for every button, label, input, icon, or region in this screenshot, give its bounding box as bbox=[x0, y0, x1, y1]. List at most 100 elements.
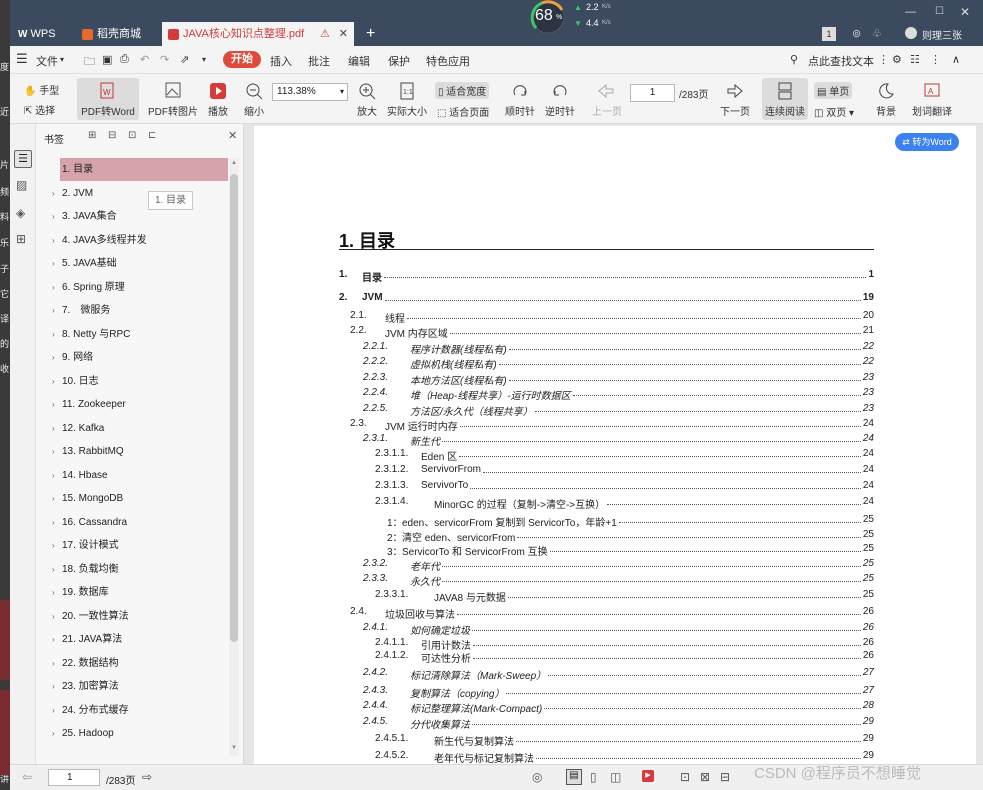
bookmark-item[interactable]: › 17. 设计模式 bbox=[52, 534, 228, 557]
continuous-read-button[interactable]: 连续阅读 bbox=[762, 78, 808, 120]
settings-icon[interactable]: ⚙ bbox=[892, 53, 902, 66]
zoom-in-button[interactable]: 放大 bbox=[354, 82, 380, 118]
find-text-box[interactable]: 点此查找文本 bbox=[808, 53, 874, 69]
toc-entry[interactable]: 2.4.1. 如何确定垃圾 26 bbox=[363, 622, 874, 637]
chevron-right-icon[interactable]: › bbox=[52, 252, 55, 275]
toc-entry[interactable]: 2.1. 线程 20 bbox=[350, 310, 874, 325]
collapse-all-icon[interactable]: ⊟ bbox=[108, 130, 116, 141]
tab-mall[interactable]: 稻壳商城 bbox=[76, 22, 158, 46]
play-button[interactable]: 播放 bbox=[205, 82, 231, 118]
scroll-down-icon[interactable]: ▼ bbox=[231, 745, 237, 751]
bookmark-item[interactable]: › 2. JVM bbox=[52, 182, 228, 205]
toc-entry[interactable]: 2： 清空 eden、servicorFrom 25 bbox=[387, 529, 874, 544]
fit-page-icon[interactable]: ⊠ bbox=[700, 770, 710, 784]
toc-entry[interactable]: 2.4.2. 标记清除算法（Mark-Sweep） 27 bbox=[363, 667, 874, 682]
close-window-button[interactable]: ✕ bbox=[960, 5, 970, 19]
toc-entry[interactable]: 2.4.3. 复制算法（copying） 27 bbox=[363, 685, 874, 700]
rotate-ccw-button[interactable]: 逆时针 bbox=[545, 82, 575, 118]
chevron-right-icon[interactable]: › bbox=[52, 675, 55, 698]
toc-entry[interactable]: 2.3.1.3. ServivorTo 24 bbox=[375, 480, 874, 493]
tab-active-pdf[interactable]: JAVA核心知识点整理.pdf ⚠ ✕ bbox=[162, 22, 354, 46]
chevron-right-icon[interactable]: › bbox=[52, 440, 55, 463]
page-count-badge[interactable]: 1 bbox=[822, 27, 836, 41]
chevron-down-icon[interactable]: ▾ bbox=[202, 55, 206, 64]
bookmark-item[interactable]: › 19. 数据库 bbox=[52, 581, 228, 604]
toc-entry[interactable]: 2.3.1.2. ServivorFrom 24 bbox=[375, 464, 874, 477]
chevron-right-icon[interactable]: › bbox=[52, 534, 55, 557]
comment-icon[interactable]: ☷ bbox=[910, 53, 920, 66]
menu-protect[interactable]: 保护 bbox=[388, 53, 410, 69]
chevron-right-icon[interactable]: › bbox=[52, 581, 55, 604]
zoom-out-button[interactable]: 缩小 bbox=[241, 82, 267, 118]
redo-icon[interactable]: ↷ bbox=[160, 53, 169, 66]
bookmark-options-icon[interactable]: ⊏ bbox=[148, 130, 156, 141]
chevron-right-icon[interactable]: › bbox=[52, 323, 55, 346]
bookmark-item[interactable]: › 12. Kafka bbox=[52, 417, 228, 440]
toc-entry[interactable]: 2.2.5. 方法区/永久代（线程共享） 23 bbox=[363, 403, 874, 418]
export-icon[interactable]: ⇗ bbox=[180, 53, 189, 66]
chevron-right-icon[interactable]: › bbox=[52, 393, 55, 416]
toc-entry[interactable]: 2.2. JVM 内存区域 21 bbox=[350, 325, 874, 340]
close-panel-icon[interactable]: ✕ bbox=[228, 129, 237, 142]
double-page-button[interactable]: ◫ 双页 ▾ bbox=[814, 104, 854, 119]
tab-wps-home[interactable]: W WPS bbox=[12, 22, 74, 46]
bookmark-item[interactable]: › 20. 一致性算法 bbox=[52, 605, 228, 628]
bookmark-item[interactable]: › 5. JAVA基础 bbox=[52, 252, 228, 275]
chevron-right-icon[interactable]: › bbox=[52, 558, 55, 581]
bookmark-item[interactable]: › 11. Zookeeper bbox=[52, 393, 228, 416]
word-translate-button[interactable]: A 划词翻译 bbox=[910, 82, 954, 118]
actual-size-button[interactable]: 1:1 实际大小 bbox=[385, 82, 429, 118]
document-scrollbar[interactable] bbox=[976, 124, 983, 764]
annotation-icon[interactable]: ◈ bbox=[16, 206, 25, 220]
bookmark-item[interactable]: › 16. Cassandra bbox=[52, 511, 228, 534]
chevron-right-icon[interactable]: › bbox=[52, 464, 55, 487]
menu-special-apps[interactable]: 特色应用 bbox=[426, 53, 470, 69]
chevron-right-icon[interactable]: › bbox=[52, 276, 55, 299]
actual-size-icon[interactable]: ⊟ bbox=[720, 770, 730, 784]
zoom-level-select[interactable]: 113.38% ▾ bbox=[272, 83, 348, 101]
undo-icon[interactable]: ↶ bbox=[140, 53, 149, 66]
bookmark-item[interactable]: › 21. JAVA算法 bbox=[52, 628, 228, 651]
bookmark-item[interactable]: › 6. Spring 原理 bbox=[52, 276, 228, 299]
chevron-right-icon[interactable]: › bbox=[52, 699, 55, 722]
toc-entry[interactable]: 2.4.5. 分代收集算法 29 bbox=[363, 716, 874, 731]
chevron-right-icon[interactable]: › bbox=[52, 299, 55, 322]
bookmark-item[interactable]: › 22. 数据结构 bbox=[52, 652, 228, 675]
toc-entry[interactable]: 2.3.1.1. Eden 区 24 bbox=[375, 448, 874, 463]
chevron-right-icon[interactable]: › bbox=[52, 182, 55, 205]
menu-edit[interactable]: 编辑 bbox=[348, 53, 370, 69]
arrow-left-icon[interactable]: ⇦ bbox=[22, 770, 32, 784]
bookmark-item[interactable]: › 8. Netty 与RPC bbox=[52, 323, 228, 346]
bookmark-item[interactable]: › 23. 加密算法 bbox=[52, 675, 228, 698]
bookmark-item[interactable]: › 25. Hadoop bbox=[52, 722, 228, 745]
search-icon[interactable]: ⚲ bbox=[790, 53, 798, 66]
single-page-view-icon[interactable]: ▯ bbox=[590, 770, 597, 784]
continuous-view-icon[interactable]: ▤ bbox=[566, 769, 582, 785]
play-icon[interactable]: ▶ bbox=[642, 770, 654, 782]
toc-entry[interactable]: 2.4.1.2. 可达性分析 26 bbox=[375, 650, 874, 665]
status-page-input[interactable]: 1 bbox=[48, 769, 100, 786]
skin-icon[interactable]: ♧ bbox=[872, 27, 882, 40]
select-tool-button[interactable]: ⇱ 选择 bbox=[24, 102, 55, 117]
chevron-right-icon[interactable]: › bbox=[52, 346, 55, 369]
add-bookmark-icon[interactable]: ⊡ bbox=[128, 130, 136, 141]
save-icon[interactable]: ▣ bbox=[102, 53, 112, 66]
open-folder-icon[interactable]: 🗀 bbox=[84, 53, 95, 72]
expand-all-icon[interactable]: ⊞ bbox=[88, 130, 96, 141]
bookmark-scrollbar-thumb[interactable] bbox=[230, 174, 238, 642]
bookmark-item[interactable]: › 18. 负载均衡 bbox=[52, 558, 228, 581]
bookmark-item[interactable]: › 9. 网络 bbox=[52, 346, 228, 369]
chevron-right-icon[interactable]: › bbox=[52, 722, 55, 745]
toc-entry[interactable]: 1. 目录 1 bbox=[339, 269, 874, 284]
print-icon[interactable]: ⎙ bbox=[120, 53, 129, 66]
double-page-view-icon[interactable]: ◫ bbox=[610, 770, 621, 784]
bookmark-item[interactable]: › 4. JAVA多线程并发 bbox=[52, 229, 228, 252]
attachment-icon[interactable]: ⊞ bbox=[16, 232, 26, 246]
bookmark-item[interactable]: › 14. Hbase bbox=[52, 464, 228, 487]
scroll-up-icon[interactable]: ▲ bbox=[231, 160, 237, 166]
maximize-button[interactable]: ☐ bbox=[935, 6, 944, 17]
chevron-right-icon[interactable]: › bbox=[52, 229, 55, 252]
toc-entry[interactable]: 2.2.4. 堆（Heap-线程共享）-运行时数据区 23 bbox=[363, 387, 874, 402]
chevron-right-icon[interactable]: › bbox=[52, 605, 55, 628]
menu-start[interactable]: 开始 bbox=[223, 51, 261, 68]
